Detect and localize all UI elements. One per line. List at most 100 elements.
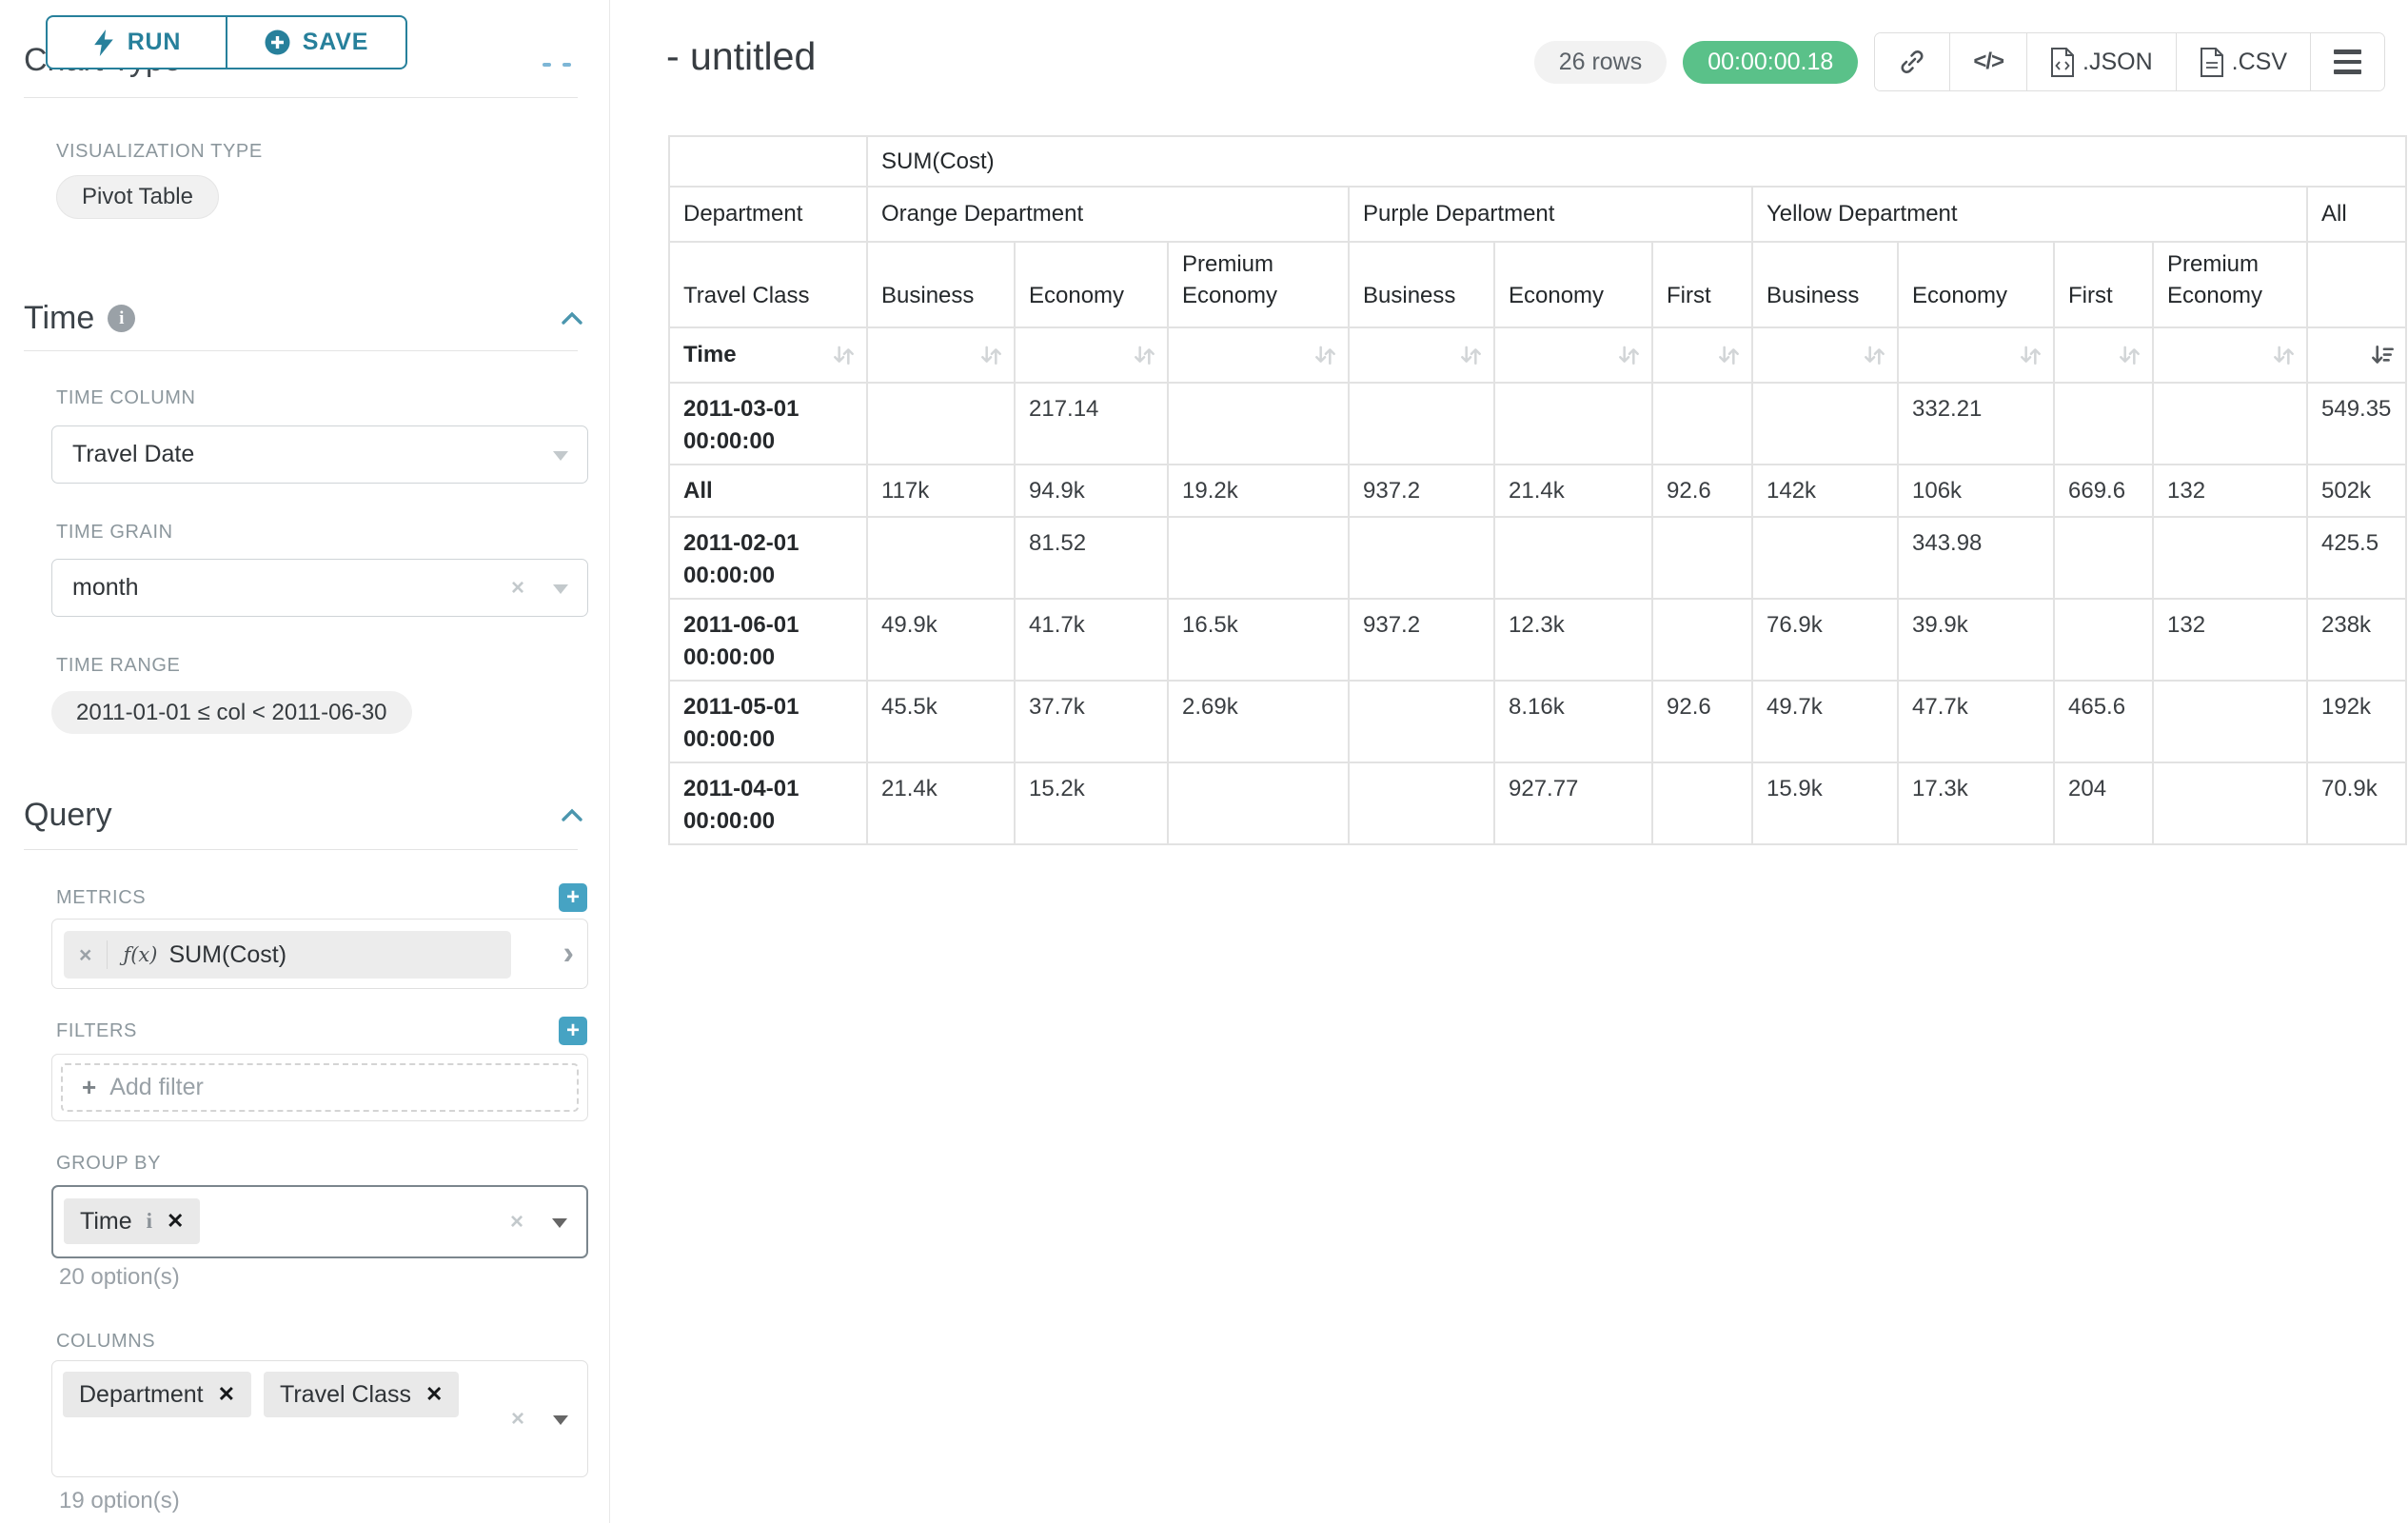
pivot-cell <box>1350 384 1493 464</box>
export-csv-button[interactable]: .CSV <box>2176 33 2310 90</box>
sort-cell[interactable] <box>2154 328 2306 382</box>
save-button[interactable]: SAVE <box>226 17 405 68</box>
pivot-cell: 465.6 <box>2055 682 2152 762</box>
pivot-row-total: 502k <box>2308 465 2405 516</box>
add-filter-dropzone[interactable]: + Add filter <box>61 1063 579 1112</box>
pivot-cell <box>1495 384 1651 464</box>
pivot-row-total: 192k <box>2308 682 2405 762</box>
chart-title[interactable]: - untitled <box>666 34 816 79</box>
remove-tag-icon[interactable]: ✕ <box>425 1382 443 1407</box>
sort-icon <box>1313 343 1338 368</box>
columns-tag[interactable]: Department ✕ <box>63 1372 251 1417</box>
clear-icon[interactable]: × <box>511 575 524 602</box>
remove-tag-icon[interactable]: ✕ <box>218 1382 235 1407</box>
metrics-label: METRICS <box>56 887 146 909</box>
clear-icon[interactable]: × <box>511 1406 524 1433</box>
sort-icon <box>2271 343 2297 368</box>
pivot-cell: 8.16k <box>1495 682 1651 762</box>
chevron-right-icon[interactable]: › <box>563 936 574 973</box>
sort-cell[interactable] <box>1350 328 1493 382</box>
panel-divider[interactable] <box>609 0 610 1523</box>
column-info-icon: i <box>147 1209 152 1234</box>
collapse-chevron-icon[interactable] <box>558 305 586 333</box>
time-column-select[interactable]: Travel Date <box>51 425 588 484</box>
pivot-cell <box>1350 763 1493 843</box>
link-icon <box>1898 48 1926 76</box>
sort-cell[interactable] <box>1653 328 1751 382</box>
pivot-cell: 47.7k <box>1899 682 2053 762</box>
sort-icon <box>1132 343 1157 368</box>
class-dimension-label: Travel Class <box>670 243 866 326</box>
remove-metric-icon[interactable]: × <box>64 942 107 968</box>
sort-cell[interactable] <box>2055 328 2152 382</box>
metric-pill[interactable]: × ƒ(x) SUM(Cost) <box>64 931 511 979</box>
clear-icon[interactable]: × <box>510 1209 523 1236</box>
query-section-heading: Query <box>24 797 112 834</box>
class-header: Economy <box>1899 243 2053 326</box>
pivot-cell: 15.2k <box>1016 763 1167 843</box>
class-header: First <box>1653 243 1751 326</box>
department-header: Purple Department <box>1350 188 1751 241</box>
plus-circle-icon <box>265 30 290 55</box>
embed-code-button[interactable]: </> <box>1949 33 2026 90</box>
pivot-cell <box>2055 600 2152 680</box>
pivot-cell <box>2055 384 2152 464</box>
visualization-type-label: VISUALIZATION TYPE <box>56 141 263 163</box>
col-dimension-label: Department <box>670 188 866 241</box>
pivot-cell <box>868 384 1014 464</box>
sort-cell[interactable] <box>2308 328 2405 382</box>
run-button[interactable]: RUN <box>48 17 226 68</box>
remove-tag-icon[interactable]: ✕ <box>167 1209 184 1234</box>
pivot-cell: 17.3k <box>1899 763 2053 843</box>
sort-cell[interactable] <box>1169 328 1348 382</box>
group-by-select[interactable]: Time i ✕ × <box>51 1185 588 1258</box>
sort-cell[interactable] <box>1495 328 1651 382</box>
columns-tag[interactable]: Travel Class ✕ <box>264 1372 459 1417</box>
viz-type-pill[interactable]: Pivot Table <box>56 175 219 219</box>
row-header: 2011-03-01 00:00:00 <box>670 384 866 464</box>
csv-file-icon <box>2200 48 2224 77</box>
columns-select[interactable]: Department ✕ Travel Class ✕ × <box>51 1360 588 1477</box>
sort-cell[interactable] <box>1753 328 1897 382</box>
time-grain-select[interactable]: month × <box>51 559 588 617</box>
pivot-cell: 937.2 <box>1350 600 1493 680</box>
sort-icon <box>2018 343 2043 368</box>
sort-row: Time <box>670 328 2405 382</box>
corner-cell <box>670 137 866 186</box>
sort-cell[interactable] <box>1899 328 2053 382</box>
sort-cell-time[interactable]: Time <box>670 328 866 382</box>
time-grain-label: TIME GRAIN <box>56 522 173 544</box>
class-header: First <box>2055 243 2152 326</box>
pivot-row-total: 549.35 <box>2308 384 2405 464</box>
fx-icon: ƒ(x) <box>123 943 157 966</box>
pivot-cell: 92.6 <box>1653 465 1751 516</box>
time-range-pill[interactable]: 2011-01-01 ≤ col < 2011-06-30 <box>51 691 412 734</box>
class-header: Economy <box>1495 243 1651 326</box>
sort-cell[interactable] <box>868 328 1014 382</box>
pivot-row-total: 425.5 <box>2308 518 2405 598</box>
metric-header-row: SUM(Cost) <box>670 137 2405 186</box>
more-options-button[interactable] <box>2310 33 2384 90</box>
group-by-tag[interactable]: Time i ✕ <box>64 1198 200 1244</box>
pivot-cell: 16.5k <box>1169 600 1348 680</box>
pivot-row: 2011-02-01 00:00:0081.52343.98425.5 <box>670 518 2405 598</box>
pivot-cell: 49.9k <box>868 600 1014 680</box>
chevron-down-icon <box>553 451 568 461</box>
collapse-chevron-icon[interactable] <box>558 801 586 830</box>
export-json-button[interactable]: .JSON <box>2026 33 2176 90</box>
filters-box: + Add filter <box>51 1054 588 1121</box>
plus-icon: + <box>82 1073 96 1102</box>
pivot-cell: 21.4k <box>868 763 1014 843</box>
sort-cell[interactable] <box>1016 328 1167 382</box>
pivot-cell <box>2154 518 2306 598</box>
add-filter-button[interactable]: + <box>559 1017 587 1045</box>
panel-resize-handle[interactable] <box>543 63 571 67</box>
metrics-box: × ƒ(x) SUM(Cost) › <box>51 919 588 989</box>
pivot-cell: 106k <box>1899 465 2053 516</box>
sort-icon <box>1716 343 1742 368</box>
pivot-cell <box>1169 384 1348 464</box>
row-header: 2011-06-01 00:00:00 <box>670 600 866 680</box>
pivot-cell: 204 <box>2055 763 2152 843</box>
add-metric-button[interactable]: + <box>559 883 587 912</box>
copy-link-button[interactable] <box>1875 33 1949 90</box>
